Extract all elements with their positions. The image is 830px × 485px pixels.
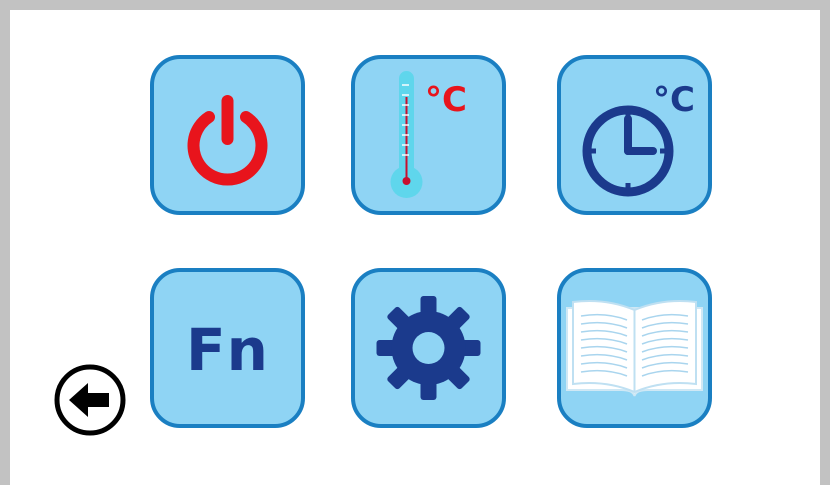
function-icon: Fn	[186, 316, 269, 384]
thermometer-icon: °C	[390, 71, 467, 198]
back-button[interactable]	[50, 360, 130, 440]
clock-icon: °C	[582, 80, 695, 197]
back-arrow-icon	[54, 364, 126, 436]
manual-button[interactable]	[557, 268, 712, 428]
power-button[interactable]	[150, 55, 305, 215]
celsius-label: °C	[425, 80, 467, 120]
settings-button[interactable]	[351, 268, 506, 428]
celsius-label: °C	[653, 80, 695, 120]
function-button[interactable]: Fn	[150, 268, 305, 428]
gear-icon	[376, 296, 481, 400]
power-icon	[187, 95, 268, 186]
timer-temperature-button[interactable]: °C	[557, 55, 712, 215]
temperature-button[interactable]: °C	[351, 55, 506, 215]
book-icon	[566, 300, 703, 397]
